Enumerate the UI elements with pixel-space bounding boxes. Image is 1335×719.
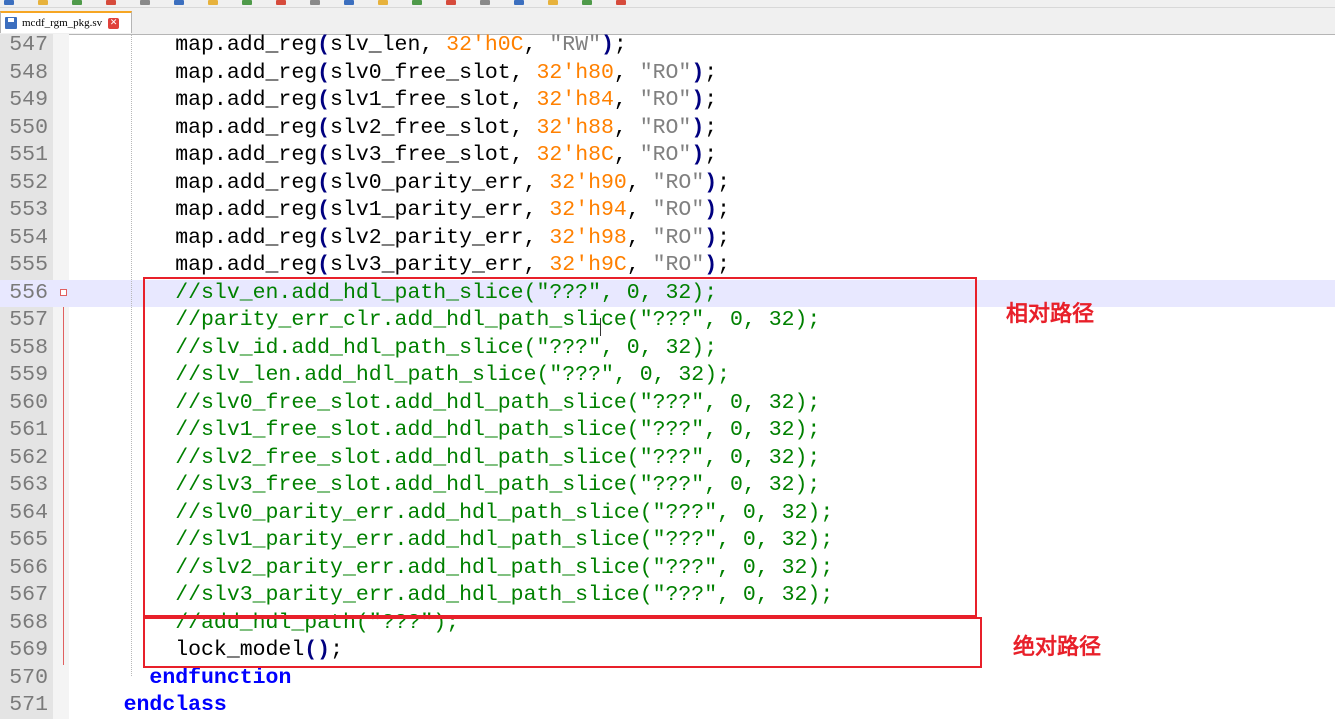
new-icon[interactable] (4, 0, 14, 5)
line-number: 566 (9, 555, 48, 580)
zoom-in-icon[interactable] (446, 0, 456, 5)
fold-line (63, 582, 64, 610)
fold-line (63, 609, 64, 637)
zoom-out-icon[interactable] (480, 0, 490, 5)
line-number: 549 (9, 88, 48, 112)
line-number: 551 (9, 143, 48, 167)
fold-line (63, 362, 64, 390)
line-number: 565 (9, 528, 48, 552)
code-text: map.add_reg(slv_len, 32'h0C, "RW"); (72, 34, 627, 57)
redo-icon[interactable] (344, 0, 354, 5)
line-number: 568 (9, 610, 48, 635)
line-number: 550 (9, 115, 48, 140)
fold-line (63, 499, 64, 527)
fold-line (63, 444, 64, 472)
code-line[interactable]: 555 map.add_reg(slv3_parity_err, 32'h9C,… (0, 252, 1335, 280)
line-number: 561 (9, 418, 48, 442)
line-number: 555 (9, 253, 48, 277)
file-tab[interactable]: mcdf_rgm_pkg.sv ✕ (0, 11, 132, 33)
code-text: endfunction (149, 665, 292, 690)
line-number: 559 (9, 363, 48, 387)
line-number: 569 (9, 638, 48, 662)
code-line[interactable]: 551 map.add_reg(slv3_free_slot, 32'h8C, … (0, 142, 1335, 170)
code-text: map.add_reg(slv1_parity_err, 32'h94, "RO… (72, 198, 731, 222)
code-line[interactable]: 548 map.add_reg(slv0_free_slot, 32'h80, … (0, 60, 1335, 88)
sync-icon[interactable] (514, 0, 524, 5)
fold-marker-icon[interactable] (60, 288, 67, 296)
save-icon[interactable] (72, 0, 82, 5)
save-all-icon[interactable] (106, 0, 116, 5)
line-number: 548 (9, 60, 48, 85)
code-line[interactable]: 553 map.add_reg(slv1_parity_err, 32'h94,… (0, 197, 1335, 225)
line-number: 547 (9, 34, 48, 57)
code-line[interactable]: 547 map.add_reg(slv_len, 32'h0C, "RW"); (0, 34, 1335, 60)
line-number: 552 (9, 170, 48, 195)
line-number: 556 (9, 280, 48, 305)
macro-icon[interactable] (616, 0, 626, 5)
paste-icon[interactable] (276, 0, 286, 5)
absolute-path-label: 绝对路径 (1013, 635, 1102, 660)
replace-icon[interactable] (412, 0, 422, 5)
fold-line (63, 307, 64, 335)
code-text: map.add_reg(slv1_free_slot, 32'h84, "RO"… (72, 88, 718, 112)
line-number: 558 (9, 335, 48, 360)
line-number: 554 (9, 225, 48, 250)
undo-icon[interactable] (310, 0, 320, 5)
code-line[interactable]: 550 map.add_reg(slv2_free_slot, 32'h88, … (0, 115, 1335, 143)
line-number: 570 (9, 665, 48, 690)
code-line[interactable]: 549 map.add_reg(slv1_free_slot, 32'h84, … (0, 87, 1335, 115)
line-number: 562 (9, 445, 48, 470)
code-line[interactable]: 571 endclass (0, 692, 1335, 719)
cut-icon[interactable] (208, 0, 218, 5)
fold-line (63, 527, 64, 555)
close-icon[interactable] (140, 0, 150, 5)
code-text: endclass (123, 693, 227, 717)
code-line[interactable]: 552 map.add_reg(slv0_parity_err, 32'h90,… (0, 170, 1335, 198)
find-icon[interactable] (378, 0, 388, 5)
fold-line (63, 637, 64, 665)
relative-path-label: 相对路径 (1006, 302, 1095, 327)
line-number: 553 (9, 198, 48, 222)
indent-icon[interactable] (582, 0, 592, 5)
fold-line (63, 417, 64, 445)
wrap-icon[interactable] (548, 0, 558, 5)
relative-path-box (143, 277, 977, 617)
code-line[interactable]: 554 map.add_reg(slv2_parity_err, 32'h98,… (0, 225, 1335, 253)
line-number: 571 (9, 693, 48, 717)
code-text: map.add_reg(slv0_parity_err, 32'h90, "RO… (72, 170, 731, 195)
open-icon[interactable] (38, 0, 48, 5)
line-number: 564 (9, 500, 48, 525)
copy-icon[interactable] (242, 0, 252, 5)
fold-line (63, 554, 64, 582)
fold-line (63, 334, 64, 362)
line-number: 557 (9, 308, 48, 332)
toolbar (0, 0, 1335, 8)
tab-label: mcdf_rgm_pkg.sv (22, 17, 103, 29)
tab-bar: mcdf_rgm_pkg.sv ✕ (0, 8, 1335, 35)
code-line[interactable]: 570 endfunction (0, 665, 1335, 693)
indent-guide (131, 34, 132, 676)
close-icon[interactable]: ✕ (108, 17, 120, 29)
line-number: 567 (9, 583, 48, 607)
print-icon[interactable] (174, 0, 184, 5)
code-text: map.add_reg(slv3_parity_err, 32'h9C, "RO… (72, 253, 731, 277)
code-text: map.add_reg(slv2_free_slot, 32'h88, "RO"… (72, 115, 718, 140)
fold-line (63, 389, 64, 417)
fold-line (63, 472, 64, 500)
code-text: map.add_reg(slv2_parity_err, 32'h98, "RO… (72, 225, 731, 250)
save-icon (5, 17, 17, 29)
code-text: map.add_reg(slv3_free_slot, 32'h8C, "RO"… (72, 143, 718, 167)
line-number: 560 (9, 390, 48, 415)
code-text: map.add_reg(slv0_free_slot, 32'h80, "RO"… (72, 60, 718, 85)
absolute-path-box (143, 617, 982, 668)
line-number: 563 (9, 473, 48, 497)
